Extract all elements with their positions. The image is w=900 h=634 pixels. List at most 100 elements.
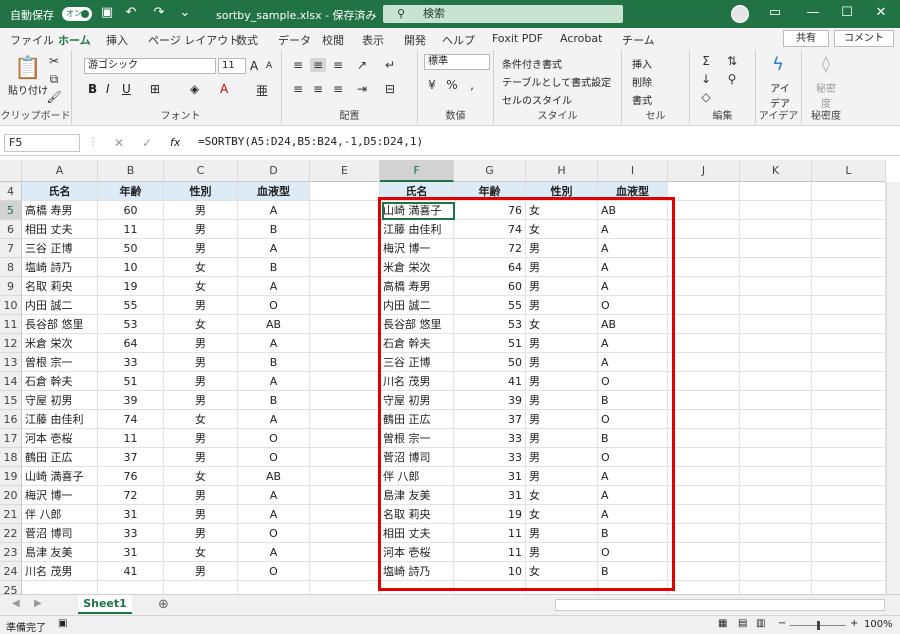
customize-qat-icon[interactable]: ⌄ <box>176 4 194 22</box>
cell-G16[interactable]: 37 <box>454 410 526 429</box>
cell-C6[interactable]: 男 <box>164 220 238 239</box>
cell-C8[interactable]: 女 <box>164 258 238 277</box>
cell-H4[interactable]: 性別 <box>526 182 598 201</box>
cell-K23[interactable] <box>740 543 812 562</box>
cell-A11[interactable]: 長谷部 悠里 <box>22 315 98 334</box>
font-shrink-icon[interactable]: A <box>266 61 272 71</box>
cell-L10[interactable] <box>812 296 886 315</box>
cell-K10[interactable] <box>740 296 812 315</box>
cell-A7[interactable]: 三谷 正博 <box>22 239 98 258</box>
ideas-button[interactable]: アイデア <box>768 80 792 110</box>
cell-L20[interactable] <box>812 486 886 505</box>
column-header-L[interactable]: L <box>812 160 886 182</box>
sensitivity-button[interactable]: 秘密度 <box>814 80 838 110</box>
cell-B16[interactable]: 74 <box>98 410 164 429</box>
cell-J10[interactable] <box>668 296 740 315</box>
cell-H9[interactable]: 男 <box>526 277 598 296</box>
cell-K8[interactable] <box>740 258 812 277</box>
cell-D21[interactable]: A <box>238 505 310 524</box>
cell-D10[interactable]: O <box>238 296 310 315</box>
wrap-text-icon[interactable]: ↵ <box>382 58 398 72</box>
cell-C10[interactable]: 男 <box>164 296 238 315</box>
cell-I22[interactable]: B <box>598 524 668 543</box>
cell-I6[interactable]: A <box>598 220 668 239</box>
cell-E9[interactable] <box>310 277 380 296</box>
close-icon[interactable]: ✕ <box>872 4 890 22</box>
cell-A24[interactable]: 川名 茂男 <box>22 562 98 581</box>
italic-icon[interactable]: I <box>106 82 110 96</box>
cell-E24[interactable] <box>310 562 380 581</box>
cell-D4[interactable]: 血液型 <box>238 182 310 201</box>
delete-cells-button[interactable]: 削除 <box>632 74 652 89</box>
column-header-I[interactable]: I <box>598 160 668 182</box>
cell-H11[interactable]: 女 <box>526 315 598 334</box>
cell-J16[interactable] <box>668 410 740 429</box>
cell-F17[interactable]: 曽根 宗一 <box>380 429 454 448</box>
cell-F24[interactable]: 塩崎 詩乃 <box>380 562 454 581</box>
cell-L14[interactable] <box>812 372 886 391</box>
name-box[interactable]: F5 <box>4 134 80 152</box>
cell-E4[interactable] <box>310 182 380 201</box>
cell-C12[interactable]: 男 <box>164 334 238 353</box>
row-header-9[interactable]: 9 <box>0 277 22 296</box>
font-name-select[interactable]: 游ゴシック <box>84 58 216 74</box>
horizontal-scrollbar[interactable] <box>555 599 885 611</box>
cell-L22[interactable] <box>812 524 886 543</box>
cell-A20[interactable]: 梅沢 博一 <box>22 486 98 505</box>
cell-C7[interactable]: 男 <box>164 239 238 258</box>
cell-B22[interactable]: 33 <box>98 524 164 543</box>
cell-F22[interactable]: 相田 丈夫 <box>380 524 454 543</box>
cell-F19[interactable]: 伴 八郎 <box>380 467 454 486</box>
redo-icon[interactable]: ↷ <box>150 4 168 22</box>
cell-L18[interactable] <box>812 448 886 467</box>
cell-F18[interactable]: 菅沼 博司 <box>380 448 454 467</box>
tab-10[interactable]: Foxit PDF <box>492 32 543 45</box>
cell-J20[interactable] <box>668 486 740 505</box>
font-grow-icon[interactable]: A <box>250 59 258 73</box>
cell-H7[interactable]: 男 <box>526 239 598 258</box>
cell-D22[interactable]: O <box>238 524 310 543</box>
cell-A22[interactable]: 菅沼 博司 <box>22 524 98 543</box>
save-icon[interactable]: ▣ <box>98 4 116 22</box>
cut-icon[interactable]: ✂ <box>46 54 62 68</box>
cell-E22[interactable] <box>310 524 380 543</box>
cell-H23[interactable]: 男 <box>526 543 598 562</box>
zoom-out-icon[interactable]: − <box>778 618 786 629</box>
row-header-13[interactable]: 13 <box>0 353 22 372</box>
zoom-level[interactable]: 100% <box>864 619 893 630</box>
cell-F21[interactable]: 名取 莉央 <box>380 505 454 524</box>
cell-K20[interactable] <box>740 486 812 505</box>
cell-E15[interactable] <box>310 391 380 410</box>
cell-styles-button[interactable]: セルのスタイル <box>502 92 572 107</box>
cell-D18[interactable]: O <box>238 448 310 467</box>
align-middle-icon[interactable]: ≡ <box>310 58 326 72</box>
cell-I9[interactable]: A <box>598 277 668 296</box>
format-cells-button[interactable]: 書式 <box>632 92 652 107</box>
undo-icon[interactable]: ↶ <box>122 4 140 22</box>
cell-C4[interactable]: 性別 <box>164 182 238 201</box>
number-format-select[interactable]: 標準 <box>424 54 490 70</box>
vertical-scrollbar[interactable] <box>886 182 900 594</box>
ideas-icon[interactable]: ϟ <box>770 54 786 75</box>
row-header-24[interactable]: 24 <box>0 562 22 581</box>
select-all-corner[interactable] <box>0 160 22 182</box>
cell-E23[interactable] <box>310 543 380 562</box>
cell-D11[interactable]: AB <box>238 315 310 334</box>
cell-F12[interactable]: 石倉 幹夫 <box>380 334 454 353</box>
cell-L16[interactable] <box>812 410 886 429</box>
cell-B21[interactable]: 31 <box>98 505 164 524</box>
cell-I8[interactable]: A <box>598 258 668 277</box>
cell-K21[interactable] <box>740 505 812 524</box>
row-header-15[interactable]: 15 <box>0 391 22 410</box>
cell-L11[interactable] <box>812 315 886 334</box>
cell-D9[interactable]: A <box>238 277 310 296</box>
tab-3[interactable]: ページ レイアウト <box>148 32 239 48</box>
row-header-5[interactable]: 5 <box>0 201 22 220</box>
cell-J8[interactable] <box>668 258 740 277</box>
cell-J19[interactable] <box>668 467 740 486</box>
cell-D24[interactable]: O <box>238 562 310 581</box>
cell-J7[interactable] <box>668 239 740 258</box>
tab-0[interactable]: ファイル <box>10 32 54 48</box>
tab-5[interactable]: データ <box>278 32 311 48</box>
cell-G19[interactable]: 31 <box>454 467 526 486</box>
